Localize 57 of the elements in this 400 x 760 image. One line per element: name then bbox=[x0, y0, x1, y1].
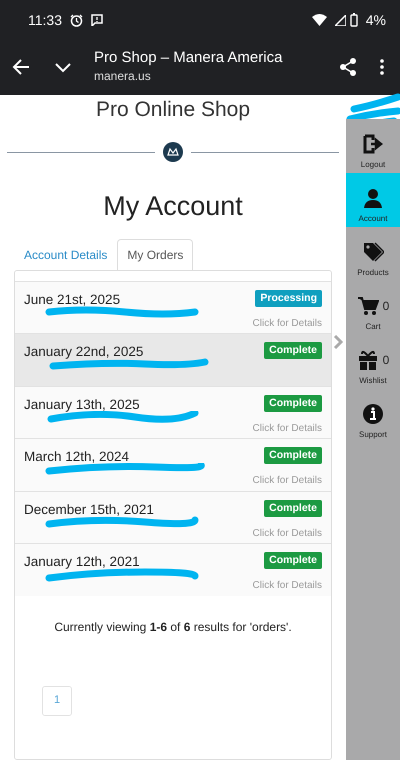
back-arrow-icon bbox=[12, 58, 30, 76]
status-badge: Processing bbox=[255, 290, 322, 307]
tab[interactable]: My Orders bbox=[117, 238, 194, 271]
page-title: Pro Shop – Manera America bbox=[94, 50, 284, 67]
battery-level: 4% bbox=[366, 10, 386, 30]
share-icon bbox=[338, 57, 358, 78]
sidebar-label: Account bbox=[358, 213, 388, 225]
tag-icon bbox=[362, 241, 384, 263]
order-date: December 15th, 2021 bbox=[24, 500, 154, 519]
sidebar-label: Wishlist bbox=[359, 375, 387, 387]
status-badge: Complete bbox=[264, 447, 322, 464]
sidebar-item[interactable]: Support bbox=[346, 389, 400, 443]
order-row[interactable]: January 22nd, 2025 Complete bbox=[15, 333, 331, 386]
alarm-icon bbox=[70, 14, 83, 26]
sidebar-item[interactable]: Account bbox=[346, 173, 400, 227]
status-badge: Complete bbox=[264, 500, 322, 517]
tab[interactable]: Account Details bbox=[14, 238, 118, 270]
order-date: January 22nd, 2025 bbox=[24, 343, 144, 362]
sidebar-label: Support bbox=[358, 429, 388, 441]
more-icon bbox=[380, 59, 384, 76]
status-badge: Complete bbox=[264, 552, 322, 570]
sidebar-label: Cart bbox=[365, 321, 381, 333]
order-date: January 12th, 2021 bbox=[24, 553, 140, 572]
chevron-icon bbox=[333, 335, 343, 349]
sidebar-item[interactable]: Products bbox=[346, 227, 400, 281]
status-badge: Complete bbox=[264, 342, 322, 360]
gift-icon bbox=[356, 349, 379, 371]
order-date: June 21st, 2025 bbox=[24, 290, 120, 309]
sidebar-item[interactable]: 0 Cart bbox=[346, 281, 400, 335]
logout-icon bbox=[362, 133, 384, 155]
logo-icon bbox=[163, 142, 183, 162]
order-row[interactable]: March 12th, 2024 Complete Click for Details bbox=[15, 438, 331, 491]
status-badge: Complete bbox=[264, 394, 322, 412]
sidebar-item[interactable]: Logout bbox=[346, 119, 400, 173]
order-row[interactable]: January 13th, 2025 Complete Click for Details bbox=[15, 386, 331, 438]
order-row[interactable]: January 12th, 2021 Complete Click for Details bbox=[15, 543, 331, 596]
page-url: manera.us bbox=[94, 68, 152, 85]
order-date: March 12th, 2024 bbox=[24, 448, 130, 466]
message-icon bbox=[91, 14, 103, 26]
info-icon bbox=[362, 403, 384, 425]
sidebar-item[interactable]: 0 Wishlist bbox=[346, 335, 400, 389]
signal-icon bbox=[334, 14, 346, 26]
site-heading: Pro Online Shop bbox=[94, 97, 252, 122]
cart-icon bbox=[356, 295, 379, 317]
order-date: January 13th, 2025 bbox=[24, 396, 140, 414]
wifi-icon bbox=[312, 14, 327, 26]
person-icon bbox=[362, 187, 384, 209]
battery-icon bbox=[350, 13, 358, 27]
results-summary: Currently viewing 1-6 of 6 results for 'orders'. bbox=[53, 618, 293, 636]
item-count: 0 bbox=[382, 352, 390, 369]
page-heading: My Account bbox=[102, 190, 244, 224]
sidebar-label: Products bbox=[357, 267, 389, 279]
item-count: 0 bbox=[382, 298, 390, 315]
order-row[interactable]: June 21st, 2025 Processing Click for Details bbox=[15, 280, 331, 334]
sidebar-label: Logout bbox=[360, 159, 386, 171]
clock-time: 11:33 bbox=[28, 10, 62, 30]
order-row[interactable]: December 15th, 2021 Complete Click for Details bbox=[15, 490, 331, 544]
